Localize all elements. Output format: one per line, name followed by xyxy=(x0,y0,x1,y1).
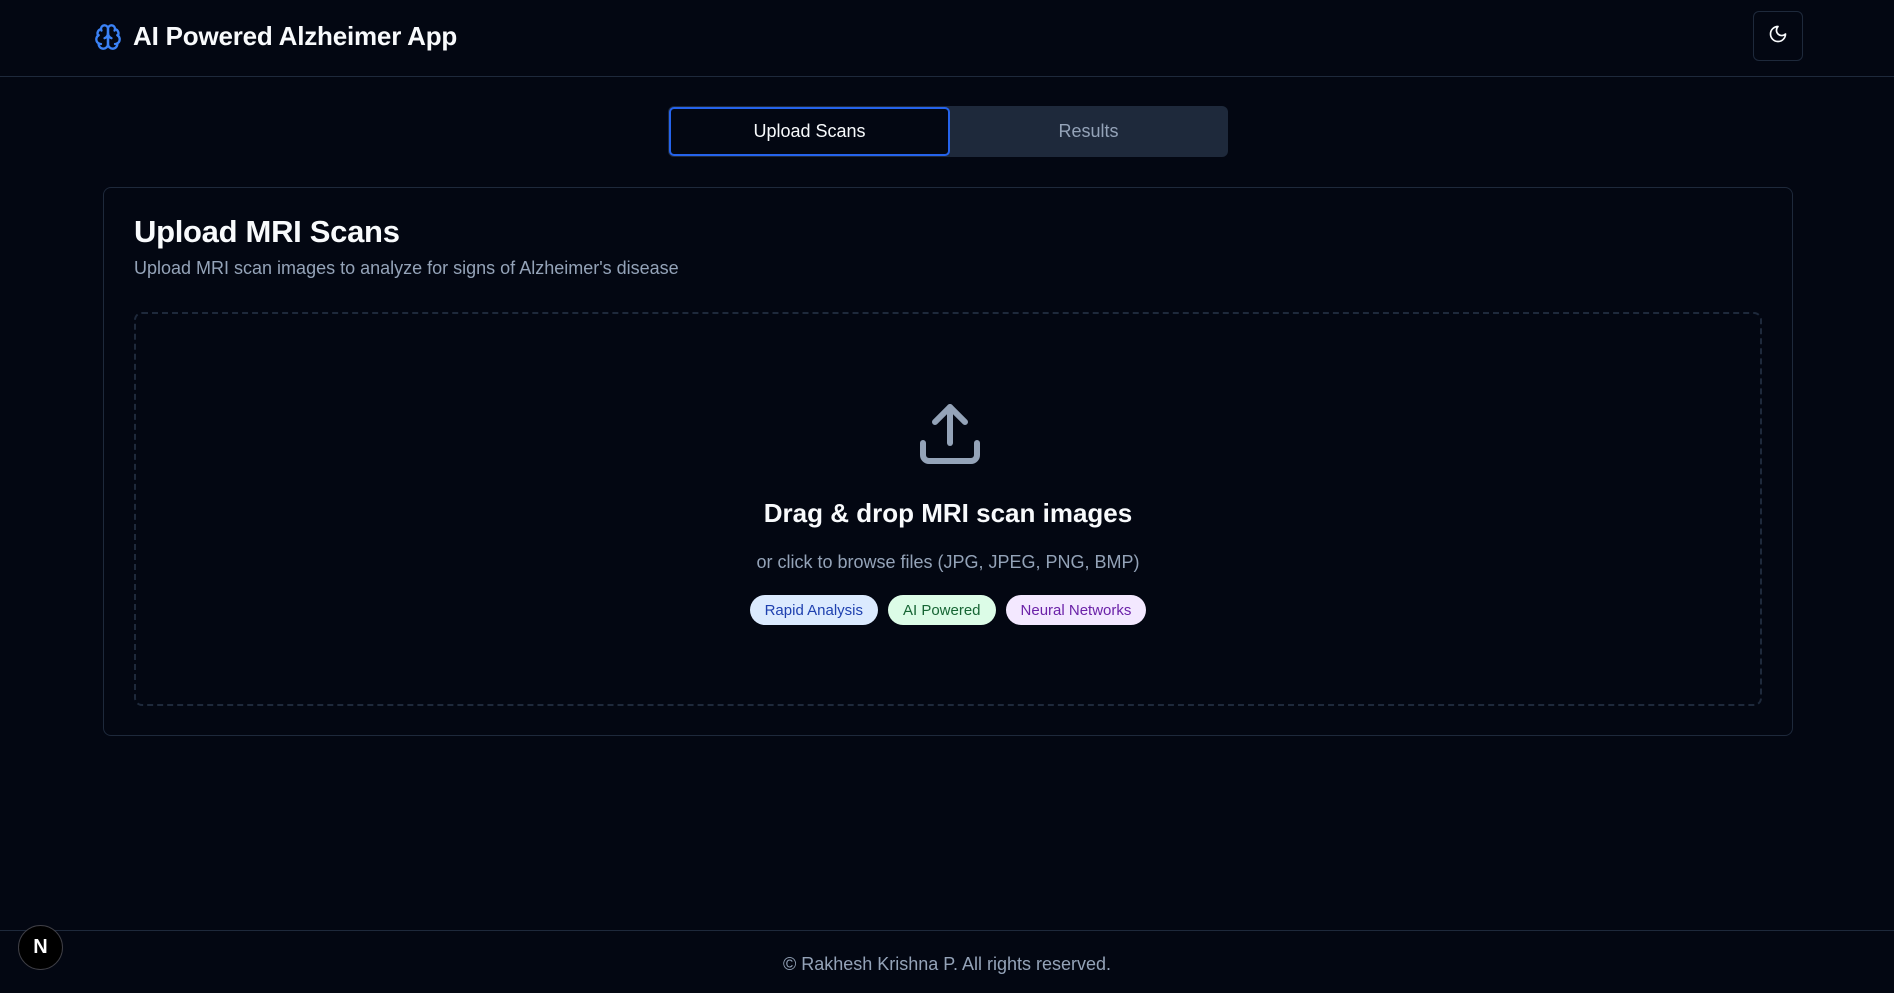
badge-ai-powered: AI Powered xyxy=(887,595,996,625)
theme-toggle-button[interactable] xyxy=(1753,11,1803,61)
badge-rapid-analysis: Rapid Analysis xyxy=(749,595,878,625)
badge-neural-networks: Neural Networks xyxy=(1005,595,1147,625)
nextjs-dev-indicator[interactable]: N xyxy=(18,925,63,970)
upload-card: Upload MRI Scans Upload MRI scan images … xyxy=(103,187,1793,736)
app-header: AI Powered Alzheimer App xyxy=(0,0,1894,77)
moon-icon xyxy=(1768,24,1788,49)
tab-upload-scans[interactable]: Upload Scans xyxy=(669,107,950,156)
app-footer: © Rakhesh Krishna P. All rights reserved… xyxy=(0,930,1894,993)
dropzone-subtitle: or click to browse files (JPG, JPEG, PNG… xyxy=(756,552,1140,572)
brain-icon xyxy=(93,22,123,52)
file-dropzone[interactable]: Drag & drop MRI scan images or click to … xyxy=(134,312,1762,706)
card-title: Upload MRI Scans xyxy=(134,214,400,249)
tab-list: Upload Scans Results xyxy=(668,106,1228,157)
upload-icon xyxy=(914,398,986,470)
card-description: Upload MRI scan images to analyze for si… xyxy=(134,258,679,278)
app-title: AI Powered Alzheimer App xyxy=(133,21,458,51)
dropzone-title: Drag & drop MRI scan images xyxy=(763,498,1133,528)
feature-badges: Rapid Analysis AI Powered Neural Network… xyxy=(136,595,1760,625)
tab-results[interactable]: Results xyxy=(950,107,1227,156)
brand[interactable]: AI Powered Alzheimer App xyxy=(93,21,457,52)
copyright-text: © Rakhesh Krishna P. All rights reserved… xyxy=(782,954,1112,974)
